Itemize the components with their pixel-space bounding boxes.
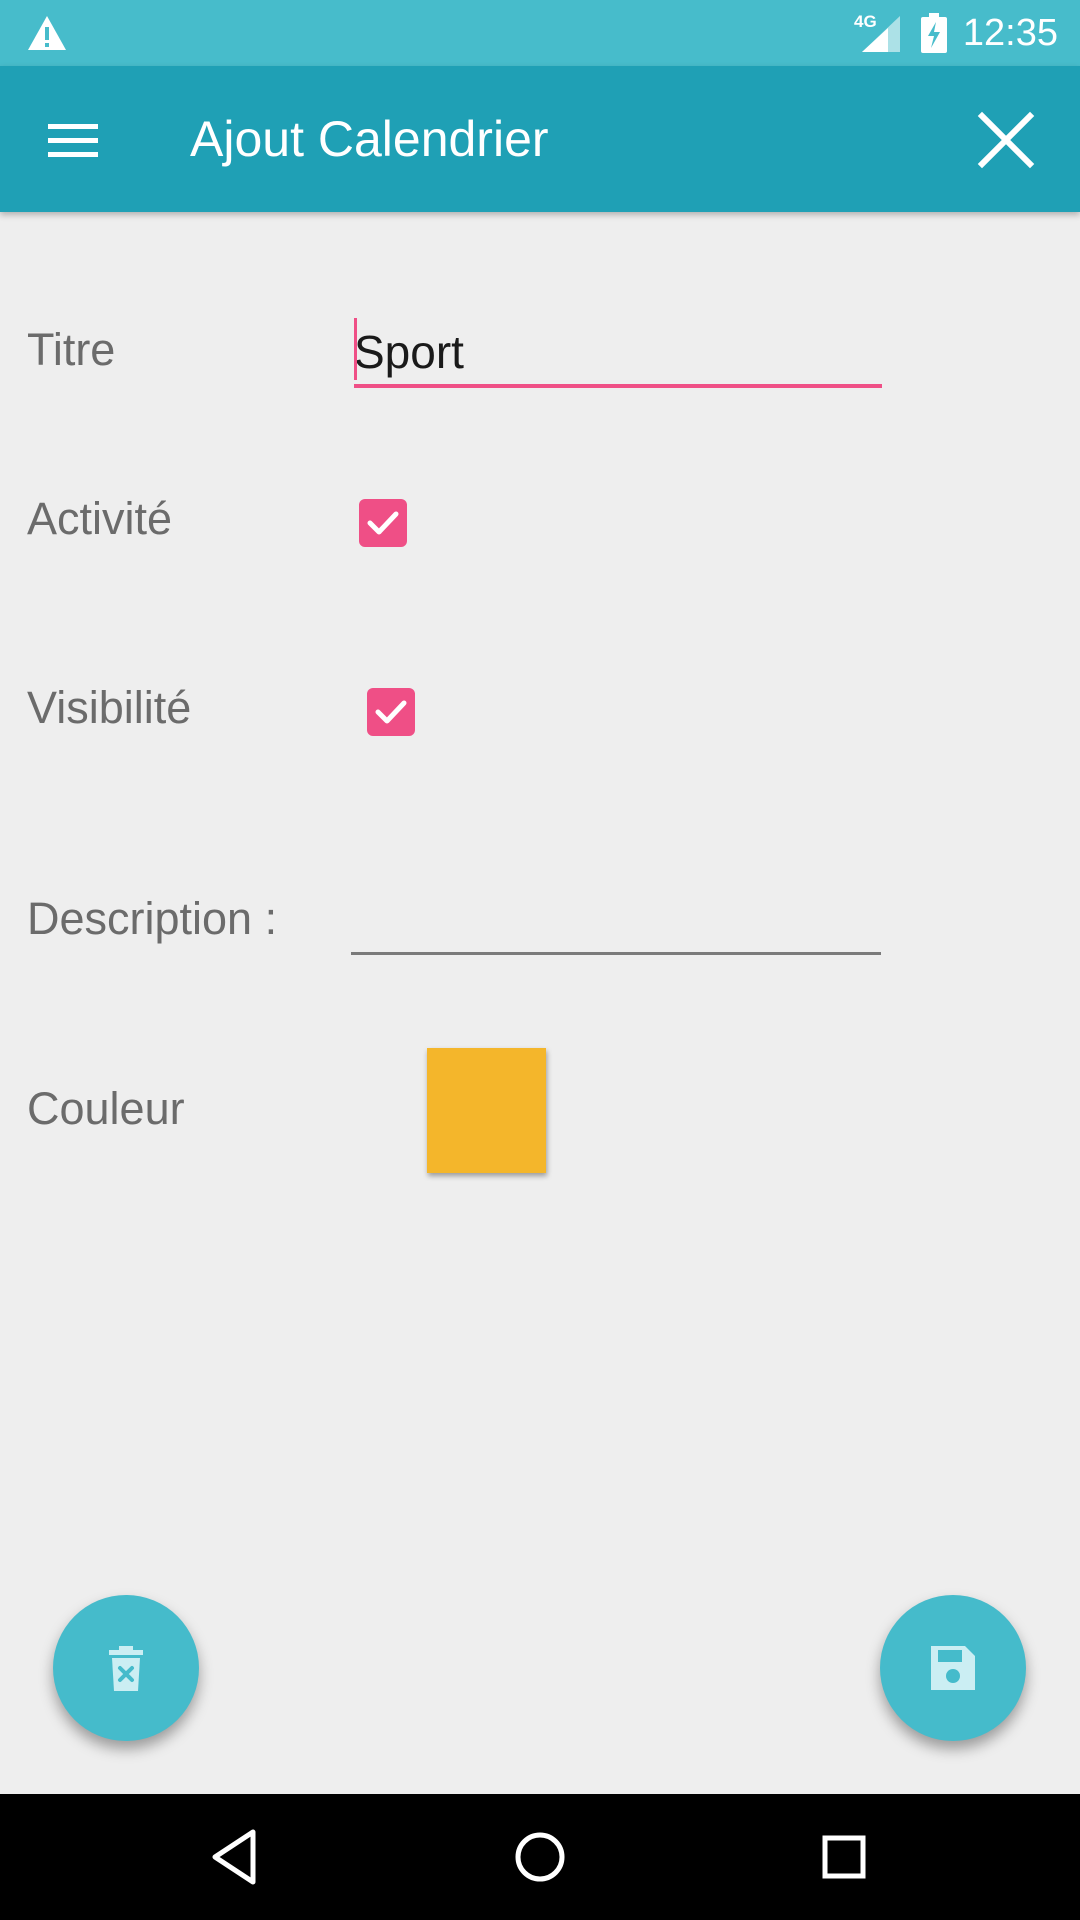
activite-checkbox[interactable] [359, 499, 407, 547]
signal-icon [862, 16, 900, 52]
titre-label: Titre [27, 324, 116, 375]
visibilite-label: Visibilité [27, 682, 192, 733]
check-icon [367, 511, 399, 535]
description-input[interactable] [351, 880, 881, 955]
delete-button[interactable] [53, 1595, 199, 1741]
couleur-label: Couleur [27, 1083, 185, 1134]
description-label: Description : [27, 893, 278, 944]
check-icon [375, 700, 407, 724]
status-bar: 4G 12:35 [0, 0, 1080, 66]
warning-icon [28, 16, 66, 50]
status-time: 12:35 [962, 12, 1058, 54]
battery-charging-icon [921, 13, 947, 53]
titre-input[interactable] [354, 320, 882, 388]
color-swatch[interactable] [427, 1048, 546, 1173]
visibilite-checkbox[interactable] [367, 688, 415, 736]
menu-icon[interactable] [40, 118, 106, 162]
activite-label: Activité [27, 493, 173, 544]
back-icon[interactable] [203, 1824, 269, 1890]
home-icon[interactable] [507, 1824, 573, 1890]
page-title: Ajout Calendrier [190, 111, 549, 167]
recents-icon[interactable] [811, 1824, 877, 1890]
navigation-bar [0, 1794, 1080, 1920]
save-button[interactable] [880, 1595, 1026, 1741]
delete-icon [109, 1646, 143, 1691]
text-cursor [354, 318, 357, 380]
app-bar: Ajout Calendrier [0, 66, 1080, 212]
close-icon[interactable] [976, 110, 1036, 170]
save-icon [931, 1646, 975, 1690]
